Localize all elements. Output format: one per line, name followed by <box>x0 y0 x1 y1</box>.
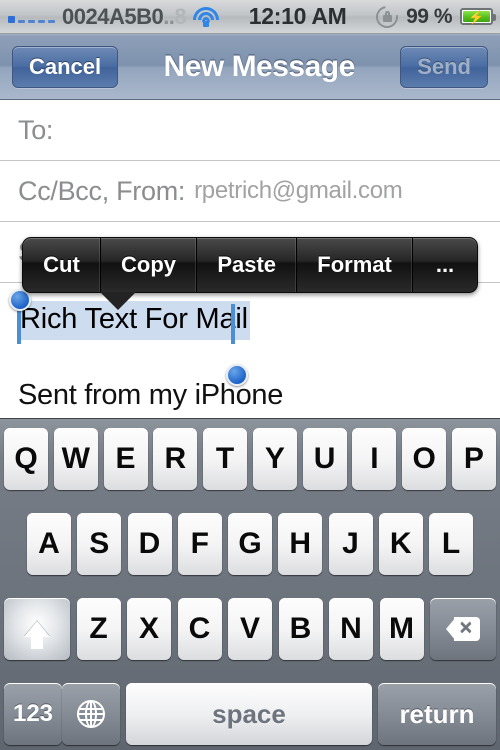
key-j[interactable]: J <box>328 513 373 575</box>
navigation-bar: Cancel New Message Send <box>0 34 500 100</box>
send-button[interactable]: Send <box>400 45 488 88</box>
keyboard-row-2: A S D F G H J K L <box>0 513 500 575</box>
return-key[interactable]: return <box>378 683 496 745</box>
edit-menu-item-format[interactable]: Format <box>297 238 413 292</box>
key-g[interactable]: G <box>228 513 272 575</box>
edit-menu-item-copy[interactable]: Copy <box>101 238 198 292</box>
cc-bcc-from-label: Cc/Bcc, From: <box>18 175 186 206</box>
keyboard-row-3: Z X C V B N M ✕ <box>0 598 500 660</box>
rotation-lock-icon <box>371 1 403 32</box>
carrier-label: 0024A5B0..8 <box>62 3 187 30</box>
key-q[interactable]: Q <box>4 428 48 490</box>
backspace-key[interactable]: ✕ <box>430 598 496 660</box>
edit-menu-item-cut[interactable]: Cut <box>23 238 101 292</box>
key-w[interactable]: W <box>53 428 98 490</box>
numbers-key[interactable]: 123 <box>4 683 62 745</box>
carrier-text: 0024A5B0 <box>62 3 164 29</box>
wifi-icon <box>193 7 220 27</box>
status-bar-center: 12:10 AM <box>219 3 376 30</box>
signal-bars-icon <box>8 10 55 23</box>
key-c[interactable]: C <box>177 598 222 660</box>
iphone-screen: 0024A5B0..8 12:10 AM 99 % ⚡ Cancel New M… <box>0 0 500 750</box>
key-p[interactable]: P <box>451 428 496 490</box>
edit-menu-arrow <box>100 292 136 310</box>
key-m[interactable]: M <box>379 598 424 660</box>
key-n[interactable]: N <box>329 598 373 660</box>
shift-arrow-icon <box>24 621 50 649</box>
cancel-button[interactable]: Cancel <box>12 45 119 88</box>
key-h[interactable]: H <box>278 513 323 575</box>
status-bar: 0024A5B0..8 12:10 AM 99 % ⚡ <box>0 0 500 34</box>
status-bar-right: 99 % ⚡ <box>371 1 500 32</box>
key-l[interactable]: L <box>429 513 473 575</box>
keyboard-row-4: 123 space return <box>0 683 500 745</box>
to-field-label: To: <box>18 114 54 145</box>
signature-text: Sent from my iPhone <box>18 379 284 411</box>
key-o[interactable]: O <box>402 428 447 490</box>
selection-caret-end <box>231 304 235 344</box>
key-x[interactable]: X <box>127 598 171 660</box>
space-key[interactable]: space <box>126 683 372 745</box>
clock-label: 12:10 AM <box>248 3 347 29</box>
key-u[interactable]: U <box>302 428 347 490</box>
keyboard-row-1: Q W E R T Y U I O P <box>0 428 500 490</box>
key-r[interactable]: R <box>153 428 198 490</box>
globe-icon <box>77 700 105 728</box>
key-b[interactable]: B <box>278 598 323 660</box>
status-bar-left: 0024A5B0..8 <box>0 3 220 30</box>
key-z[interactable]: Z <box>76 598 121 660</box>
key-f[interactable]: F <box>177 513 222 575</box>
key-i[interactable]: I <box>352 428 397 490</box>
edit-menu-item-paste[interactable]: Paste <box>197 238 298 292</box>
key-s[interactable]: S <box>77 513 122 575</box>
shift-key[interactable] <box>4 598 70 660</box>
key-k[interactable]: K <box>378 513 423 575</box>
cc-bcc-from-field[interactable]: Cc/Bcc, From: rpetrich@gmail.com <box>0 161 500 222</box>
carrier-fade-1: .. <box>163 3 175 29</box>
from-address-value: rpetrich@gmail.com <box>194 177 403 204</box>
key-t[interactable]: T <box>203 428 248 490</box>
on-screen-keyboard: Q W E R T Y U I O P A S D F G H J K L Z <box>0 418 500 750</box>
battery-charging-icon: ⚡ <box>460 8 496 25</box>
globe-key[interactable] <box>62 683 120 745</box>
carrier-fade-2: 8 <box>174 3 187 29</box>
key-d[interactable]: D <box>127 513 172 575</box>
to-field[interactable]: To: <box>0 100 500 161</box>
battery-percent-label: 99 % <box>406 4 452 28</box>
key-a[interactable]: A <box>27 513 71 575</box>
backspace-icon: ✕ <box>446 617 480 641</box>
key-v[interactable]: V <box>228 598 272 660</box>
edit-menu-popover: Cut Copy Paste Format ... <box>22 237 478 293</box>
edit-menu-item-more[interactable]: ... <box>413 238 477 292</box>
key-e[interactable]: E <box>103 428 148 490</box>
page-title: New Message <box>163 49 356 83</box>
message-body[interactable]: Rich Text For Mail Sent from my iPhone <box>0 283 500 423</box>
key-y[interactable]: Y <box>252 428 297 490</box>
